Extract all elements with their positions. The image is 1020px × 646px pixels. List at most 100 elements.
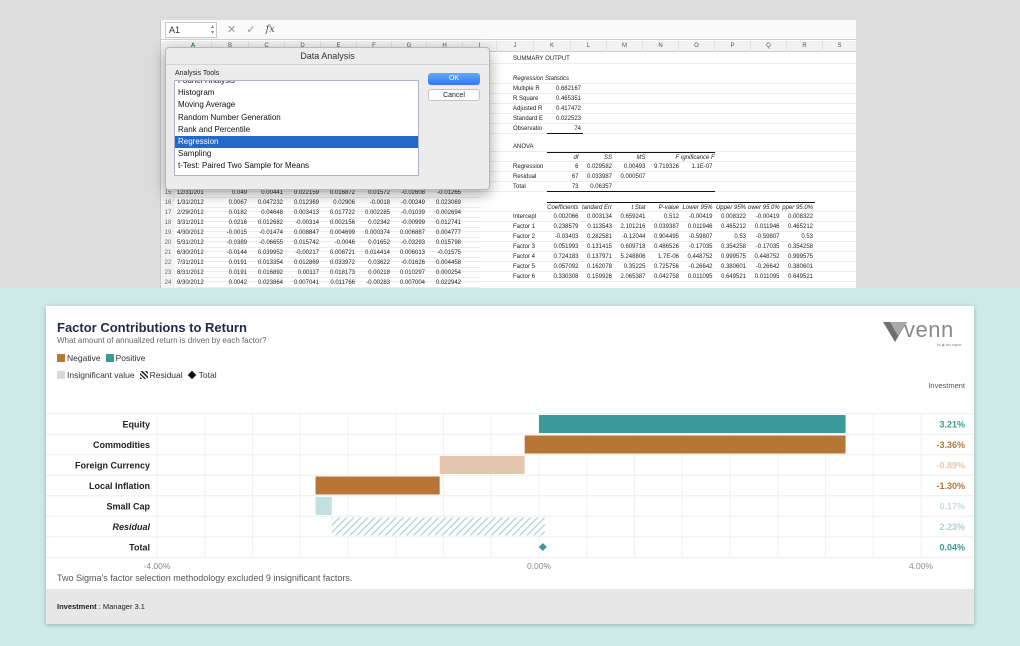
column-header-o[interactable]: O xyxy=(679,41,715,52)
cell[interactable]: -0.00419 xyxy=(748,212,782,222)
cell[interactable]: 1.7E-06 xyxy=(648,252,682,262)
cell[interactable]: 5/31/2012 xyxy=(175,238,212,248)
cell[interactable]: 0.012741 xyxy=(427,218,463,228)
cell[interactable]: -0.0144 xyxy=(212,248,249,258)
cell[interactable]: -0.59807 xyxy=(748,232,782,242)
column-header-m[interactable]: M xyxy=(607,41,643,52)
cell[interactable]: -0.03403 xyxy=(547,232,581,242)
cell[interactable]: 0.012869 xyxy=(285,258,321,268)
cancel-button[interactable]: Cancel xyxy=(428,89,480,101)
cell[interactable]: 0.022523 xyxy=(547,114,583,124)
cell[interactable]: 0.047232 xyxy=(249,198,285,208)
cell[interactable]: 0.649521 xyxy=(782,272,816,282)
cell[interactable]: 0.162078 xyxy=(581,262,615,272)
column-header-r[interactable]: R xyxy=(787,41,823,52)
cell[interactable]: 0.008721 xyxy=(321,248,357,258)
cell[interactable]: 0.004699 xyxy=(321,228,357,238)
cell[interactable]: 0.00493 xyxy=(614,162,648,172)
cell[interactable]: 0.725756 xyxy=(648,262,682,272)
cell[interactable]: 0.465351 xyxy=(547,94,583,104)
cell[interactable]: Factor 3 xyxy=(511,242,547,252)
cell[interactable]: Regression xyxy=(511,162,547,172)
column-header-k[interactable]: K xyxy=(534,41,571,52)
row-number[interactable]: 23 xyxy=(161,268,175,278)
cell[interactable]: 0.003134 xyxy=(581,212,615,222)
cell[interactable]: -0.00999 xyxy=(392,218,427,228)
cell[interactable]: 0.004777 xyxy=(427,228,463,238)
cell[interactable]: t Stat xyxy=(614,202,648,212)
cell[interactable]: 0.0191 xyxy=(212,258,249,268)
cell[interactable]: 0.724183 xyxy=(547,252,581,262)
cell[interactable]: Factor 5 xyxy=(511,262,547,272)
cell[interactable]: 0.002156 xyxy=(321,218,357,228)
contribution-bar[interactable] xyxy=(524,435,846,454)
cell[interactable]: 0.53 xyxy=(715,232,749,242)
cell[interactable]: Factor 4 xyxy=(511,252,547,262)
row-number[interactable]: 22 xyxy=(161,258,175,268)
cell[interactable]: 0.011946 xyxy=(748,222,782,232)
cell[interactable]: 0.0182 xyxy=(212,208,249,218)
cell[interactable]: 0.380601 xyxy=(715,262,749,272)
cell[interactable]: Multiple R xyxy=(511,84,547,94)
cell[interactable]: 0.012369 xyxy=(285,198,321,208)
cell[interactable]: 0.00117 xyxy=(285,268,321,278)
cell[interactable]: 0.010297 xyxy=(392,268,427,278)
analysis-tool-item[interactable]: t-Test: Paired Two Sample for Means xyxy=(175,160,418,172)
cell[interactable]: 3/31/2012 xyxy=(175,218,212,228)
cell[interactable]: -0.01039 xyxy=(392,208,427,218)
cell[interactable]: Lower 95% xyxy=(681,202,715,212)
cell[interactable] xyxy=(614,182,648,192)
cell[interactable]: 0.04648 xyxy=(249,208,285,218)
cell[interactable]: -0.26642 xyxy=(748,262,782,272)
cell[interactable]: Upper 95% xyxy=(714,202,748,212)
cell[interactable]: Regression Statistics xyxy=(511,74,583,84)
cell[interactable]: 0.003413 xyxy=(285,208,321,218)
cell[interactable]: 0.0067 xyxy=(212,198,249,208)
cell[interactable]: df xyxy=(547,152,581,162)
cell[interactable]: 0.682167 xyxy=(547,84,583,94)
cell[interactable]: 0.011946 xyxy=(681,222,715,232)
cell[interactable]: 0.051993 xyxy=(547,242,581,252)
row-number[interactable]: 19 xyxy=(161,228,175,238)
cell[interactable]: 0.039952 xyxy=(249,248,285,258)
cell[interactable]: -0.0015 xyxy=(212,228,249,238)
cell[interactable]: 0.03622 xyxy=(357,258,392,268)
cell[interactable]: 0.01652 xyxy=(357,238,392,248)
cell[interactable]: Observatio xyxy=(511,124,547,134)
cell[interactable]: 2.101216 xyxy=(614,222,648,232)
cell[interactable]: 0.000254 xyxy=(427,268,463,278)
cell[interactable]: 0.465212 xyxy=(782,222,816,232)
cell[interactable]: 0.448752 xyxy=(681,252,715,262)
cell[interactable]: -0.12044 xyxy=(614,232,648,242)
cell[interactable]: MS xyxy=(614,152,648,162)
cell[interactable]: 0.06357 xyxy=(580,182,614,192)
cell[interactable]: 0.238579 xyxy=(547,222,581,232)
cell[interactable]: 0.53 xyxy=(782,232,816,242)
cell[interactable]: 0.013354 xyxy=(249,258,285,268)
cell[interactable]: 74 xyxy=(547,124,583,134)
cell[interactable]: 0.015798 xyxy=(427,238,463,248)
cell[interactable]: tandard Err xyxy=(580,202,614,212)
cell[interactable]: 0.609718 xyxy=(614,242,648,252)
cell[interactable] xyxy=(681,182,715,192)
cell[interactable]: 0.02342 xyxy=(357,218,392,228)
cell[interactable]: -0.01474 xyxy=(249,228,285,238)
cell[interactable]: -0.00283 xyxy=(357,278,392,288)
cell[interactable]: 6/30/2012 xyxy=(175,248,212,258)
row-number[interactable]: 20 xyxy=(161,238,175,248)
cell[interactable]: Adjusted R xyxy=(511,104,547,114)
cell[interactable]: ANOVA xyxy=(511,142,547,152)
cell[interactable]: 73 xyxy=(547,182,581,192)
cell[interactable]: 2/29/2012 xyxy=(175,208,212,218)
name-box[interactable]: A1 ▴ ▾ xyxy=(165,21,217,38)
cell[interactable]: P-value xyxy=(647,202,681,212)
cell[interactable]: 0.0042 xyxy=(212,278,249,288)
cell[interactable]: -0.17035 xyxy=(748,242,782,252)
cell[interactable]: SS xyxy=(580,152,614,162)
row-number[interactable]: 24 xyxy=(161,278,175,288)
contribution-bar[interactable] xyxy=(331,517,545,536)
close-icon[interactable]: ✕ xyxy=(227,23,236,36)
cell[interactable]: 0.649521 xyxy=(715,272,749,282)
cell[interactable]: 0.008322 xyxy=(782,212,816,222)
ok-button[interactable]: OK xyxy=(428,73,480,85)
